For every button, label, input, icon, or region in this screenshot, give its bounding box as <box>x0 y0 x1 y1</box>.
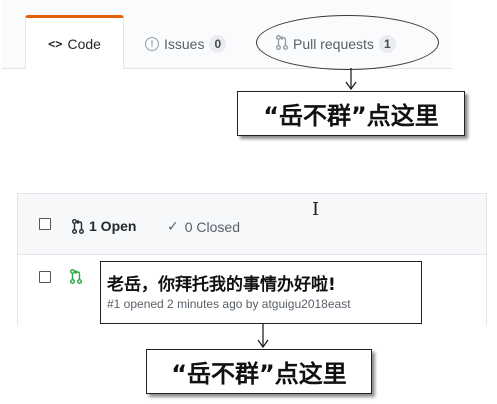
annotation-arrow-bottom <box>257 324 269 349</box>
check-icon: ✓ <box>167 218 179 234</box>
annotation-callout-top: “岳不群”点这里 <box>237 91 465 136</box>
text-cursor-icon: I <box>312 199 320 220</box>
tab-issues[interactable]: ! Issues 0 <box>145 20 227 68</box>
closed-filter-link[interactable]: ✓ 0 Closed <box>167 218 240 235</box>
git-pull-request-open-icon <box>70 269 82 289</box>
issues-counter: 0 <box>209 35 227 53</box>
closed-count-label: 0 Closed <box>184 218 240 235</box>
git-pull-request-icon <box>72 218 84 234</box>
issue-list-header: 1 Open ✓ 0 Closed <box>18 194 486 255</box>
tab-code[interactable]: <> Code <box>25 15 124 69</box>
code-icon: <> <box>48 36 63 51</box>
open-filter-link[interactable]: 1 Open <box>72 218 136 234</box>
select-all-checkbox[interactable] <box>39 218 51 230</box>
row-checkbox[interactable] <box>39 271 51 283</box>
tab-issues-label: Issues <box>164 36 205 52</box>
annotation-callout-bottom: “岳不群”点这里 <box>146 349 372 394</box>
open-count-label: 1 Open <box>89 218 137 234</box>
annotation-ellipse <box>256 15 439 70</box>
annotation-arrow-top <box>345 68 357 91</box>
tab-code-label: Code <box>67 35 101 52</box>
annotation-highlight-box <box>100 261 422 324</box>
issue-opened-icon: ! <box>145 37 159 51</box>
